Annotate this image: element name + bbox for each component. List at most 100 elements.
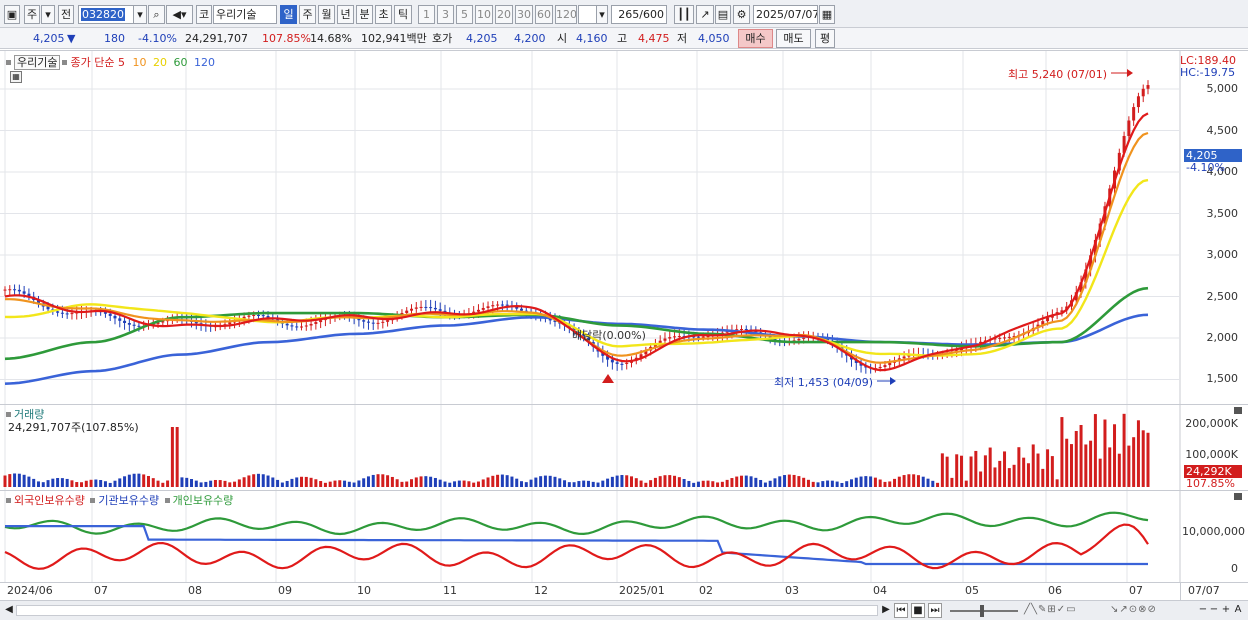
volume-bar xyxy=(716,482,720,487)
bar-count-field[interactable]: 265/600 xyxy=(611,5,667,24)
period-minute[interactable]: 분 xyxy=(356,5,373,24)
volume-bar xyxy=(271,477,275,487)
interval-60[interactable]: 60 xyxy=(535,5,553,24)
candle-body xyxy=(902,356,906,359)
table-toggle-icon[interactable]: ▦ xyxy=(10,71,22,83)
volume-bar xyxy=(290,478,294,487)
rewind-icon[interactable]: ⏮ xyxy=(894,603,908,618)
sell-button[interactable]: 매도 xyxy=(776,29,811,48)
volume-bar xyxy=(1026,463,1030,487)
buy-button[interactable]: 매수 xyxy=(738,29,773,48)
interval-1[interactable]: 1 xyxy=(418,5,435,24)
period-month[interactable]: 월 xyxy=(318,5,335,24)
x-axis-label: 07 xyxy=(1129,584,1143,597)
draw-tools-icon[interactable]: ╱╲✎⊞✓▭ xyxy=(1024,603,1104,618)
zoom-in-icon[interactable]: + xyxy=(1220,603,1232,618)
market-select[interactable]: 주 xyxy=(24,5,40,24)
volume-bar xyxy=(553,476,557,487)
candle-body xyxy=(1007,336,1011,338)
calendar-icon[interactable]: ▦ xyxy=(819,5,835,24)
candle-body xyxy=(123,320,127,324)
pane-close-icon[interactable] xyxy=(1234,407,1242,414)
zoom-out-icon[interactable]: − xyxy=(1198,603,1208,618)
period-day[interactable]: 일 xyxy=(280,5,297,24)
volume-bar xyxy=(806,479,810,487)
stock-name-field[interactable]: 우리기술 xyxy=(213,5,277,24)
forward-icon[interactable]: ⏭ xyxy=(928,603,942,618)
candle-body xyxy=(625,362,629,364)
stock-name-label[interactable]: 우리기술 xyxy=(14,55,61,70)
period-tick[interactable]: 틱 xyxy=(394,5,412,24)
volume-bar xyxy=(414,477,418,487)
stop-icon[interactable]: ■ xyxy=(911,603,925,618)
prev-button[interactable]: 전 xyxy=(58,5,74,24)
volume-bar xyxy=(897,476,901,487)
volume-bar xyxy=(993,467,997,487)
ma10-label: 10 xyxy=(132,56,147,69)
stock-code-input[interactable]: 032820 xyxy=(78,5,134,24)
interval-20[interactable]: 20 xyxy=(495,5,513,24)
zoom-slider-handle[interactable] xyxy=(980,605,984,617)
volume-bar xyxy=(826,480,830,487)
candle-body xyxy=(878,366,882,369)
interval-5[interactable]: 5 xyxy=(456,5,473,24)
search-icon[interactable]: ⌕ xyxy=(148,5,165,24)
volume-bar xyxy=(386,475,390,487)
scroll-right-icon[interactable]: ▶ xyxy=(880,603,892,618)
volume-bar xyxy=(242,477,246,487)
volume-bar xyxy=(199,482,203,487)
volume-bar xyxy=(606,478,610,487)
period-second[interactable]: 초 xyxy=(375,5,392,24)
volume-bar xyxy=(252,474,256,487)
interval-30[interactable]: 30 xyxy=(515,5,533,24)
current-pct-marker: -4.10% xyxy=(1186,161,1225,174)
scroll-left-icon[interactable]: ◀ xyxy=(4,603,14,618)
volume-bar xyxy=(1089,440,1093,487)
candle-type-icon[interactable]: ┃┃ xyxy=(674,5,694,24)
volume-bar xyxy=(893,478,897,487)
bar-count-total: /600 xyxy=(639,8,664,21)
interval-10[interactable]: 10 xyxy=(475,5,493,24)
interval-3[interactable]: 3 xyxy=(437,5,454,24)
save-icon[interactable]: ▤ xyxy=(715,5,731,24)
scroll-track[interactable] xyxy=(16,605,878,616)
draw-tool-icon[interactable]: ↗ xyxy=(696,5,714,24)
interval-120[interactable]: 120 xyxy=(555,5,577,24)
volume-bar xyxy=(405,481,409,487)
volume-bar xyxy=(931,480,935,487)
volume-bar xyxy=(41,482,45,487)
period-year[interactable]: 년 xyxy=(337,5,354,24)
volume-bar xyxy=(438,479,442,487)
candle-body xyxy=(883,365,887,367)
candle-body xyxy=(433,307,437,310)
candle-body xyxy=(476,309,480,312)
y-tick: 10,000,000 xyxy=(1182,525,1245,538)
gear-icon[interactable]: ⚙ xyxy=(733,5,750,24)
volume-bar xyxy=(352,482,356,487)
category-badge[interactable]: 코 xyxy=(196,5,212,24)
candle-body xyxy=(127,323,131,325)
date-input[interactable]: 2025/07/07 xyxy=(753,5,818,24)
volume-bar xyxy=(1041,468,1045,487)
volume-bar xyxy=(108,482,112,487)
pane-close-icon[interactable] xyxy=(1234,493,1242,500)
volume-bar xyxy=(481,479,485,487)
eval-button[interactable]: 평 xyxy=(815,29,835,48)
y-tick: 3,000 xyxy=(1206,248,1239,261)
window-icon[interactable]: ▣ xyxy=(4,5,20,24)
zoom-slider[interactable] xyxy=(950,610,1018,612)
volume-bar xyxy=(1036,453,1040,487)
more-tools-icon[interactable]: ↘↗⊙⊗⊘ xyxy=(1110,603,1190,618)
volume-bar xyxy=(998,460,1002,487)
auto-scale-icon[interactable]: A xyxy=(1232,603,1244,618)
period-week[interactable]: 주 xyxy=(299,5,316,24)
speaker-icon[interactable]: ◀▾ xyxy=(166,5,193,24)
volume-bar xyxy=(1098,458,1102,487)
chevron-down-icon[interactable]: ▾ xyxy=(41,5,55,24)
interval-dropdown-icon[interactable]: ▾ xyxy=(596,5,608,24)
candle-body xyxy=(888,362,892,366)
volume-bar xyxy=(783,475,787,487)
x-axis-label: 05 xyxy=(965,584,979,597)
x-axis-label: 06 xyxy=(1048,584,1062,597)
code-dropdown-icon[interactable]: ▾ xyxy=(133,5,147,24)
